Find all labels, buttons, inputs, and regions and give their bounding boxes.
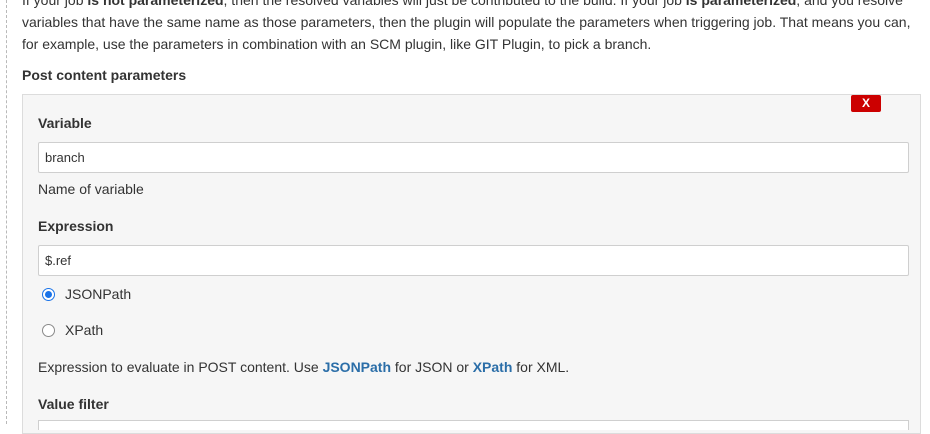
delete-parameter-button[interactable]: X bbox=[851, 95, 881, 112]
radio-xpath[interactable] bbox=[42, 323, 55, 337]
intro-text: for example, use the parameters in combi… bbox=[22, 36, 652, 52]
xpath-link[interactable]: XPath bbox=[473, 359, 513, 375]
radio-jsonpath-label: JSONPath bbox=[65, 286, 132, 302]
expression-help-text: for XML. bbox=[512, 359, 570, 375]
intro-text: variables that have the same name as tho… bbox=[22, 14, 911, 30]
intro-text: If your job bbox=[22, 0, 88, 8]
expression-input[interactable]: $.ref bbox=[38, 245, 909, 276]
expression-label: Expression bbox=[38, 218, 114, 234]
intro-text: , then the resolved variables will just … bbox=[223, 0, 686, 8]
intro-text: , and you resolve bbox=[796, 0, 903, 8]
variable-input[interactable]: branch bbox=[38, 142, 909, 173]
radio-jsonpath-option[interactable]: JSONPath bbox=[42, 286, 131, 302]
radio-xpath-option[interactable]: XPath bbox=[42, 322, 103, 338]
radio-jsonpath[interactable] bbox=[42, 287, 55, 301]
intro-bold-not-parameterized: is not parameterized bbox=[87, 0, 224, 8]
intro-bold-parameterized: is parameterized bbox=[685, 0, 797, 8]
radio-xpath-label: XPath bbox=[65, 322, 104, 338]
value-filter-label: Value filter bbox=[38, 396, 109, 412]
value-filter-input[interactable] bbox=[38, 420, 909, 430]
expression-help-text: Expression to evaluate in POST content. … bbox=[38, 359, 323, 375]
variable-help: Name of variable bbox=[38, 181, 144, 197]
jsonpath-link[interactable]: JSONPath bbox=[323, 359, 391, 375]
variable-label: Variable bbox=[38, 115, 92, 131]
expression-help: Expression to evaluate in POST content. … bbox=[38, 359, 569, 375]
config-indent-guide bbox=[6, 0, 7, 424]
expression-help-text: for JSON or bbox=[391, 359, 473, 375]
section-title: Post content parameters bbox=[22, 67, 187, 83]
intro-help-text: If your job is not parameterized, then t… bbox=[22, 0, 927, 55]
